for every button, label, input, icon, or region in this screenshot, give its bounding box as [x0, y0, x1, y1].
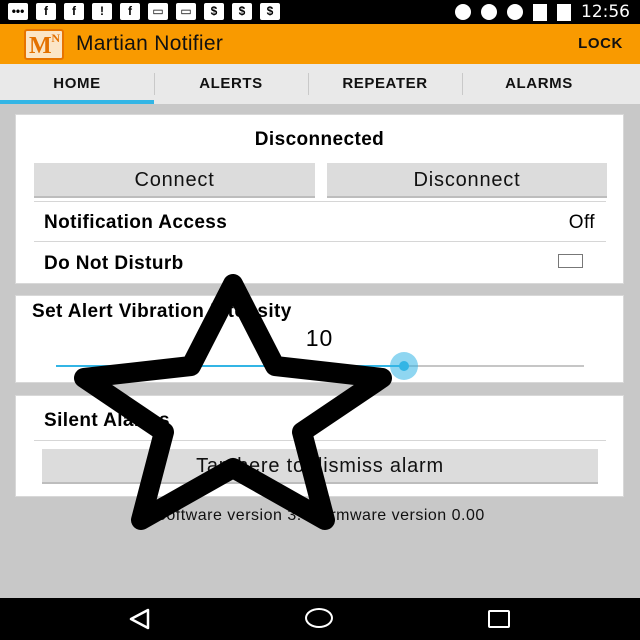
- system-indicators: 12:56: [455, 2, 630, 22]
- notification-access-label: Notification Access: [44, 212, 228, 233]
- dollar-icon: $: [204, 3, 224, 20]
- dismiss-alarm-button[interactable]: Tap here to dismiss alarm: [42, 449, 598, 484]
- divider: [34, 440, 606, 441]
- divider: [34, 241, 606, 242]
- location-icon: [455, 4, 471, 20]
- app-title: Martian Notifier: [76, 32, 224, 55]
- version-info: Software version 3.0 Firmware version 0.…: [155, 507, 485, 524]
- tab-alerts[interactable]: ALERTS: [154, 64, 308, 104]
- silent-alarms-title: Silent Alarms: [44, 410, 170, 431]
- dollar-icon: $: [232, 3, 252, 20]
- image-icon: ▭: [176, 3, 196, 20]
- tab-alarms[interactable]: ALARMS: [462, 64, 616, 104]
- logo-badge: N: [51, 31, 60, 45]
- tab-bar: HOME ALERTS REPEATER ALARMS: [0, 64, 640, 104]
- connect-button[interactable]: Connect: [34, 163, 315, 198]
- do-not-disturb-label: Do Not Disturb: [44, 253, 184, 274]
- status-bar: ••• f f ! f ▭ ▭ $ $ $ 12:56: [0, 0, 640, 24]
- messages-icon: •••: [8, 3, 28, 20]
- logo-letter: M: [29, 33, 52, 59]
- notification-access-value[interactable]: Off: [569, 212, 595, 234]
- vibration-slider[interactable]: [56, 352, 584, 380]
- facebook-icon: f: [36, 3, 56, 20]
- image-icon: ▭: [148, 3, 168, 20]
- signal-icon: [533, 3, 547, 21]
- notification-icon: !: [92, 3, 112, 20]
- tab-home[interactable]: HOME: [0, 64, 154, 104]
- do-not-disturb-checkbox[interactable]: [558, 254, 583, 268]
- lock-button[interactable]: LOCK: [578, 35, 623, 52]
- vibration-title: Set Alert Vibration Intensity: [32, 301, 292, 322]
- dollar-icon: $: [260, 3, 280, 20]
- connection-status: Disconnected: [254, 129, 385, 150]
- tab-repeater[interactable]: REPEATER: [308, 64, 462, 104]
- notification-icons: ••• f f ! f ▭ ▭ $ $ $: [8, 3, 280, 20]
- connection-card: Disconnected Connect Disconnect Notifica…: [15, 114, 624, 284]
- slider-thumb[interactable]: [390, 352, 419, 380]
- facebook-icon: f: [64, 3, 84, 20]
- slider-fill: [56, 365, 405, 367]
- navigation-bar: [0, 598, 640, 640]
- clock: 12:56: [581, 2, 630, 22]
- recent-apps-icon[interactable]: [488, 610, 510, 628]
- battery-icon: [557, 3, 571, 21]
- home-icon[interactable]: [305, 608, 333, 628]
- app-logo: M N: [24, 29, 64, 60]
- facebook-icon: f: [120, 3, 140, 20]
- vibration-card: Set Alert Vibration Intensity 10: [15, 295, 624, 383]
- do-not-disturb-icon: [481, 4, 497, 20]
- disconnect-button[interactable]: Disconnect: [327, 163, 607, 198]
- app-bar: M N Martian Notifier LOCK: [0, 24, 640, 64]
- wifi-icon: [507, 4, 523, 20]
- vibration-value: 10: [305, 325, 334, 351]
- alarms-card: Silent Alarms Tap here to dismiss alarm: [15, 395, 624, 497]
- divider: [34, 201, 606, 202]
- back-icon[interactable]: [128, 608, 152, 630]
